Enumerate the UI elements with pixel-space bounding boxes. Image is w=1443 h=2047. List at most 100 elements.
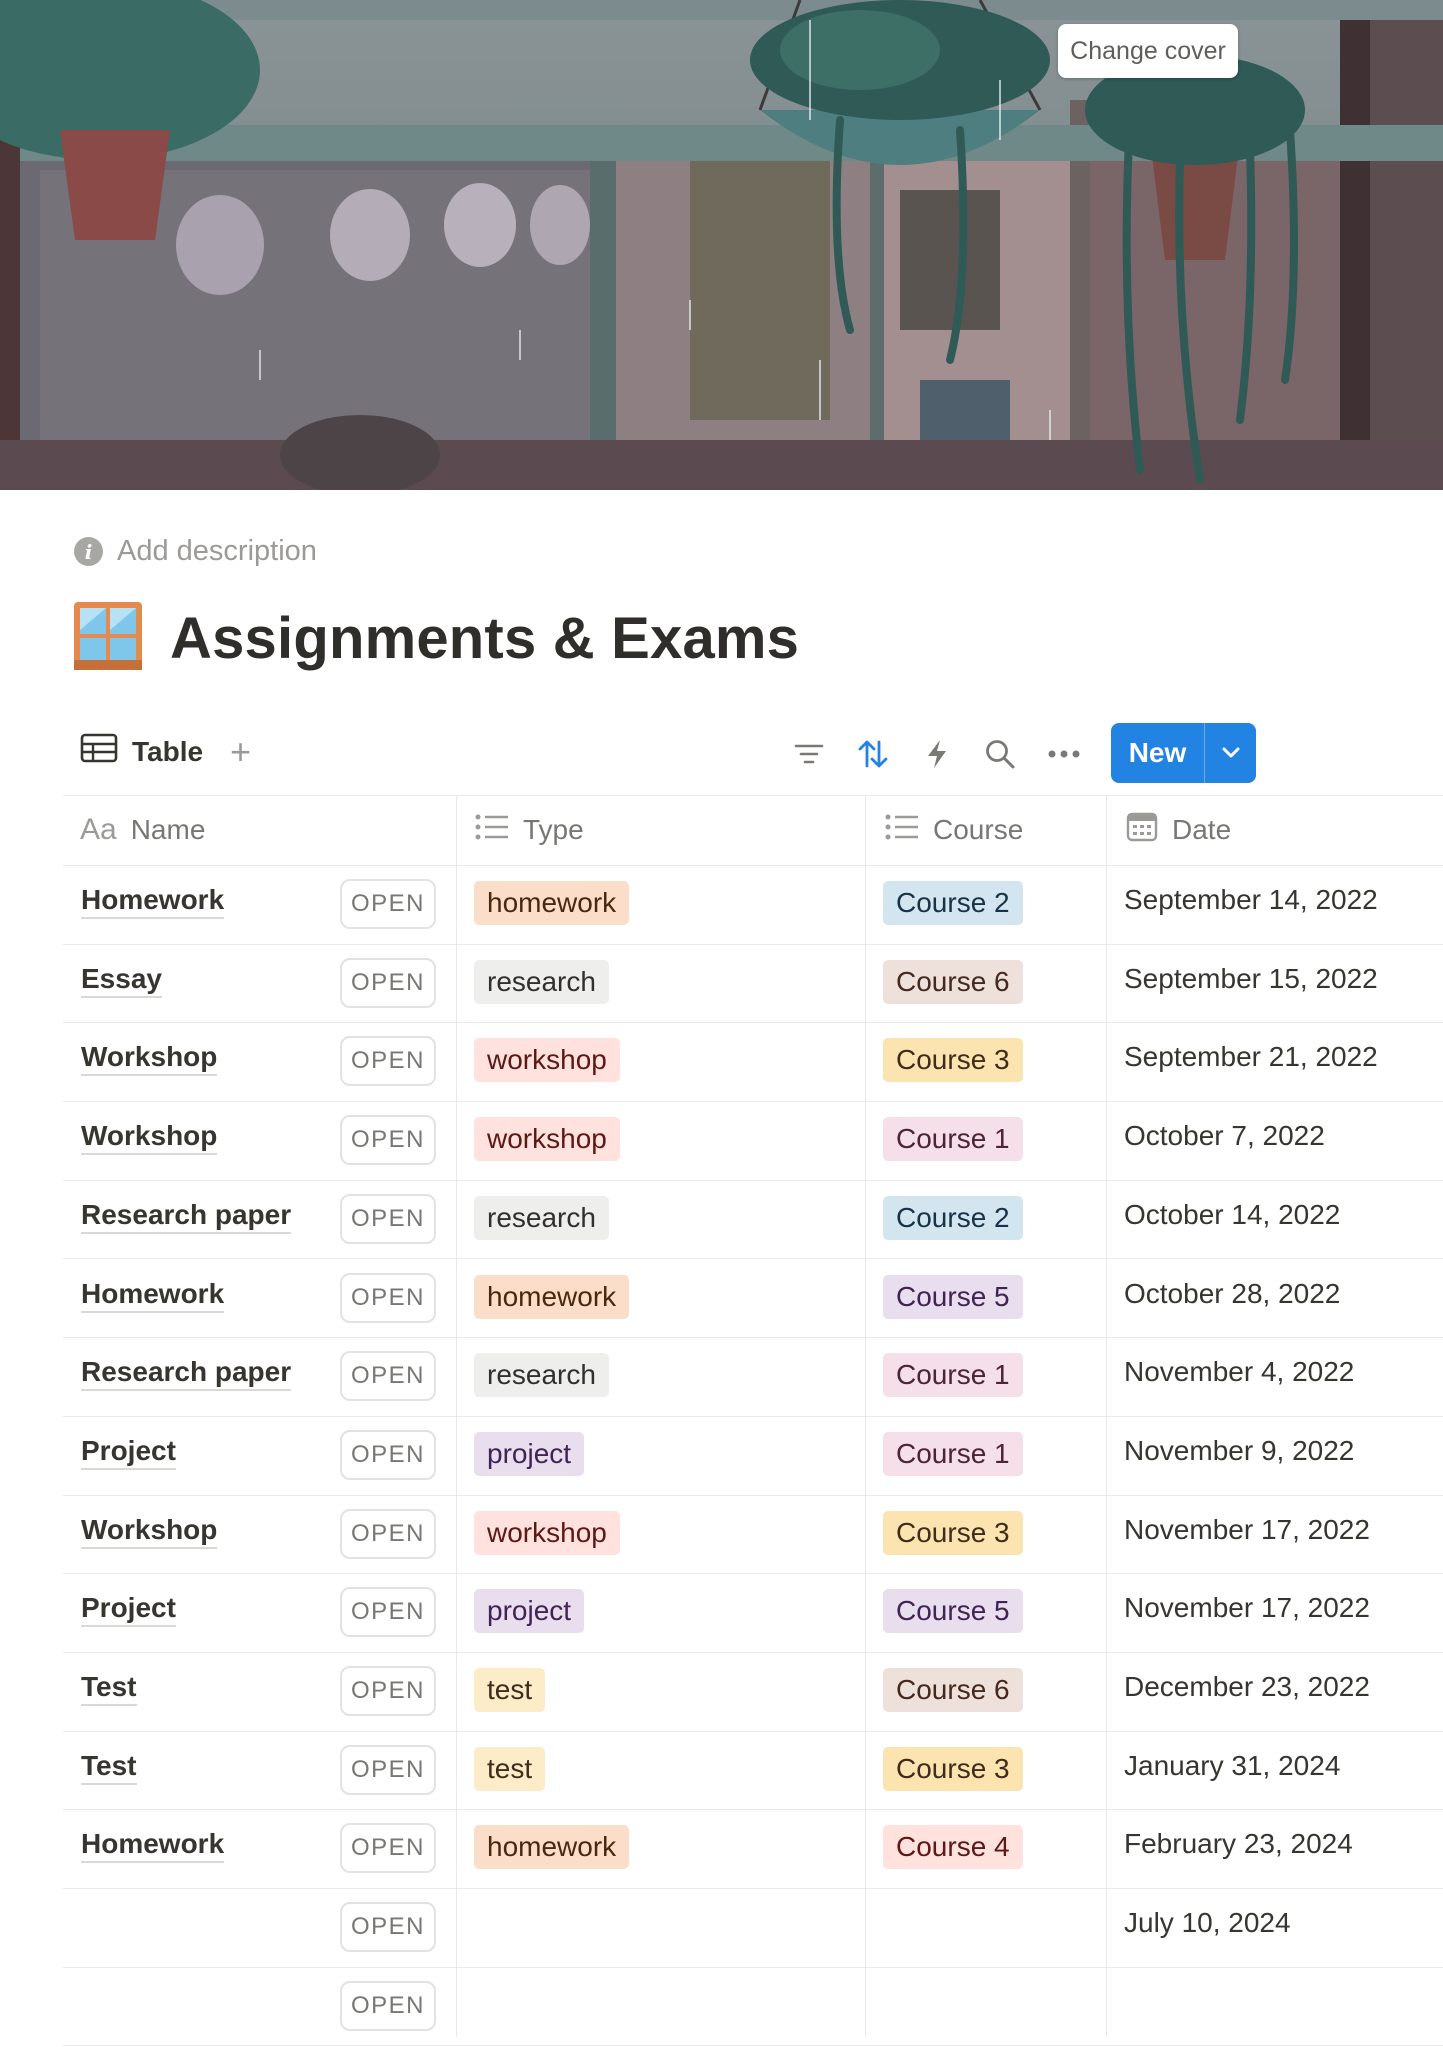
type-tag[interactable]: research — [474, 1353, 609, 1398]
open-button[interactable]: OPEN — [340, 1193, 436, 1244]
table-row[interactable]: Homework OPEN homework Course 2 September 14… — [63, 866, 1443, 945]
type-tag[interactable]: research — [474, 1195, 609, 1240]
row-name[interactable]: Test — [81, 1749, 137, 1785]
table-row[interactable]: Project OPEN project Course 1 November 9, 20… — [63, 1417, 1443, 1496]
table-row[interactable]: OPEN July 10, 2024 — [63, 1889, 1443, 1968]
type-tag[interactable]: workshop — [474, 1038, 620, 1083]
tab-table-view[interactable]: Table — [80, 733, 203, 770]
row-name[interactable]: Research paper — [81, 1198, 292, 1234]
row-name[interactable]: Homework — [81, 1277, 225, 1313]
lightning-icon[interactable] — [917, 736, 957, 772]
table-row[interactable]: Workshop OPEN workshop Course 3 November 17,… — [63, 1496, 1443, 1575]
type-tag[interactable]: homework — [474, 881, 630, 925]
row-name[interactable]: Workshop — [81, 1040, 218, 1077]
course-tag[interactable]: Course 3 — [883, 1746, 1023, 1791]
table-row[interactable]: Test OPEN test Course 3 January 31, 2024 — [63, 1732, 1443, 1811]
table-row[interactable]: Research paper OPEN research Course 2 Octobe… — [63, 1181, 1443, 1260]
type-tag[interactable]: research — [474, 959, 609, 1004]
table-row[interactable]: Homework OPEN homework Course 4 February 23,… — [63, 1810, 1443, 1890]
open-button[interactable]: OPEN — [340, 1587, 436, 1638]
row-name[interactable]: Essay — [81, 962, 162, 998]
row-name[interactable]: Project — [81, 1434, 176, 1470]
open-button[interactable]: OPEN — [340, 1115, 436, 1166]
search-icon[interactable] — [980, 736, 1020, 772]
row-date[interactable]: September 21, 2022 — [1124, 1041, 1378, 1073]
type-tag[interactable]: project — [474, 1589, 585, 1634]
column-header-name[interactable]: Aa Name — [80, 795, 205, 865]
row-date[interactable]: February 23, 2024 — [1124, 1828, 1353, 1860]
table-row[interactable]: Test OPEN test Course 6 December 23, 2022 — [63, 1653, 1443, 1732]
course-tag[interactable]: Course 5 — [883, 1274, 1023, 1319]
course-tag[interactable]: Course 2 — [883, 1195, 1023, 1240]
row-name[interactable]: Workshop — [81, 1119, 218, 1156]
table-row[interactable]: Workshop OPEN workshop Course 3 September 21… — [63, 1023, 1443, 1103]
type-tag[interactable]: project — [474, 1431, 585, 1476]
row-date[interactable]: January 31, 2024 — [1124, 1750, 1340, 1782]
sort-icon[interactable] — [853, 736, 893, 772]
row-name[interactable]: Research paper — [81, 1355, 292, 1392]
open-button[interactable]: OPEN — [340, 1823, 436, 1874]
row-date[interactable]: October 28, 2022 — [1124, 1278, 1340, 1310]
open-button[interactable]: OPEN — [340, 1036, 436, 1087]
row-name[interactable]: Homework — [81, 1827, 225, 1864]
cover-image: Change cover — [0, 0, 1443, 490]
table-row[interactable]: Workshop OPEN workshop Course 1 October 7, 2… — [63, 1102, 1443, 1181]
course-tag[interactable]: Course 6 — [883, 1668, 1023, 1712]
open-button[interactable]: OPEN — [340, 879, 436, 929]
type-tag[interactable]: homework — [474, 1274, 630, 1319]
row-date[interactable]: July 10, 2024 — [1124, 1907, 1291, 1939]
open-button[interactable]: OPEN — [340, 1508, 436, 1559]
course-tag[interactable]: Course 3 — [883, 1038, 1023, 1083]
table-row[interactable]: OPEN — [63, 1968, 1443, 2047]
row-name[interactable]: Test — [81, 1670, 137, 1706]
type-tag[interactable]: test — [474, 1668, 546, 1712]
row-name[interactable]: Homework — [81, 883, 225, 919]
table-row[interactable]: Research paper OPEN research Course 1 Novemb… — [63, 1338, 1443, 1417]
new-button[interactable]: New — [1111, 723, 1256, 783]
add-description-button[interactable]: i Add description — [74, 535, 317, 568]
course-tag[interactable]: Course 4 — [883, 1825, 1023, 1870]
column-header-type[interactable]: Type — [475, 795, 584, 865]
type-tag[interactable]: workshop — [474, 1510, 620, 1555]
row-date[interactable]: November 17, 2022 — [1124, 1592, 1370, 1624]
type-tag[interactable]: homework — [474, 1825, 630, 1870]
open-button[interactable]: OPEN — [340, 1744, 436, 1795]
row-date[interactable]: September 15, 2022 — [1124, 963, 1378, 995]
course-tag[interactable]: Course 1 — [883, 1117, 1023, 1162]
row-date[interactable]: November 9, 2022 — [1124, 1435, 1354, 1467]
row-date[interactable]: September 14, 2022 — [1124, 884, 1378, 916]
open-button[interactable]: OPEN — [340, 1429, 436, 1480]
course-tag[interactable]: Course 3 — [883, 1510, 1023, 1555]
type-tag[interactable]: test — [474, 1746, 546, 1791]
course-tag[interactable]: Course 2 — [883, 881, 1023, 925]
filter-icon[interactable] — [789, 736, 829, 772]
row-name[interactable]: Project — [81, 1591, 176, 1628]
row-date[interactable]: October 14, 2022 — [1124, 1199, 1340, 1231]
open-button[interactable]: OPEN — [340, 1351, 436, 1402]
type-tag[interactable]: workshop — [474, 1117, 620, 1162]
open-button[interactable]: OPEN — [340, 1666, 436, 1716]
column-header-course[interactable]: Course — [885, 795, 1023, 865]
window-icon[interactable] — [72, 600, 144, 677]
course-tag[interactable]: Course 1 — [883, 1353, 1023, 1398]
course-tag[interactable]: Course 5 — [883, 1589, 1023, 1634]
open-button[interactable]: OPEN — [340, 957, 436, 1008]
open-button[interactable]: OPEN — [340, 1272, 436, 1323]
open-button[interactable]: OPEN — [340, 1902, 436, 1953]
row-name[interactable]: Workshop — [81, 1513, 218, 1549]
table-row[interactable]: Project OPEN project Course 5 November 17, 2… — [63, 1574, 1443, 1653]
row-date[interactable]: November 17, 2022 — [1124, 1514, 1370, 1546]
course-tag[interactable]: Course 6 — [883, 959, 1023, 1004]
row-date[interactable]: December 23, 2022 — [1124, 1671, 1370, 1703]
add-view-button[interactable]: + — [230, 733, 251, 771]
chevron-down-icon[interactable] — [1205, 747, 1256, 759]
row-date[interactable]: November 4, 2022 — [1124, 1356, 1354, 1388]
more-icon[interactable] — [1044, 736, 1084, 772]
course-tag[interactable]: Course 1 — [883, 1431, 1023, 1476]
table-row[interactable]: Homework OPEN homework Course 5 October 28, … — [63, 1260, 1443, 1339]
table-row[interactable]: Essay OPEN research Course 6 September 15, 2… — [63, 945, 1443, 1024]
change-cover-button[interactable]: Change cover — [1058, 24, 1238, 78]
open-button[interactable]: OPEN — [340, 1980, 436, 2031]
row-date[interactable]: October 7, 2022 — [1124, 1120, 1325, 1152]
column-header-date[interactable]: Date — [1126, 795, 1231, 865]
